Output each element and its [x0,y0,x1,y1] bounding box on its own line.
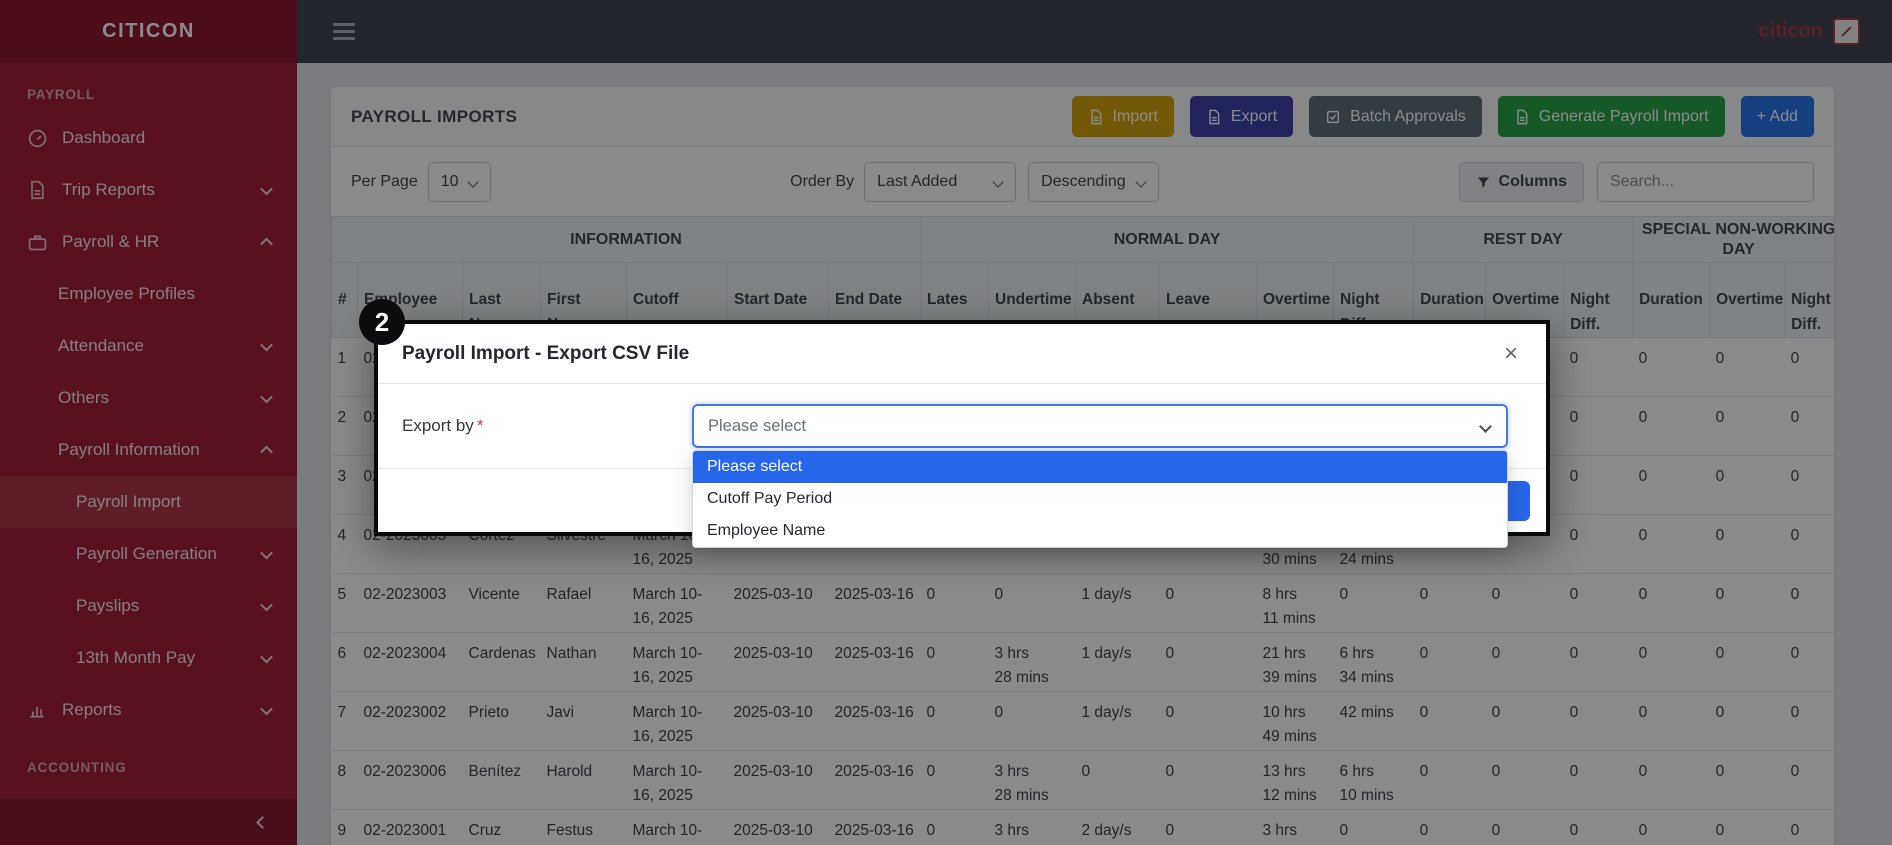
modal-header: Payroll Import - Export CSV File × [378,324,1546,384]
export-by-dropdown: Please select Cutoff Pay Period Employee… [692,450,1508,548]
dropdown-option-please-select[interactable]: Please select [693,451,1507,483]
export-by-select[interactable]: Please select [692,404,1508,448]
annotation-step-badge: 2 [359,299,405,345]
dropdown-option-cutoff-pay-period[interactable]: Cutoff Pay Period [693,483,1507,515]
dropdown-option-employee-name[interactable]: Employee Name [693,515,1507,547]
export-by-label: Export by * [402,416,484,435]
modal-title: Payroll Import - Export CSV File [402,342,690,364]
close-icon[interactable]: × [1504,341,1518,366]
app-window: CITICON PAYROLL Dashboard Trip Reports P… [0,0,1892,845]
export-csv-modal: 2 Payroll Import - Export CSV File × Exp… [359,299,1550,548]
required-asterisk: * [476,416,484,435]
chevron-down-icon [1479,420,1492,433]
